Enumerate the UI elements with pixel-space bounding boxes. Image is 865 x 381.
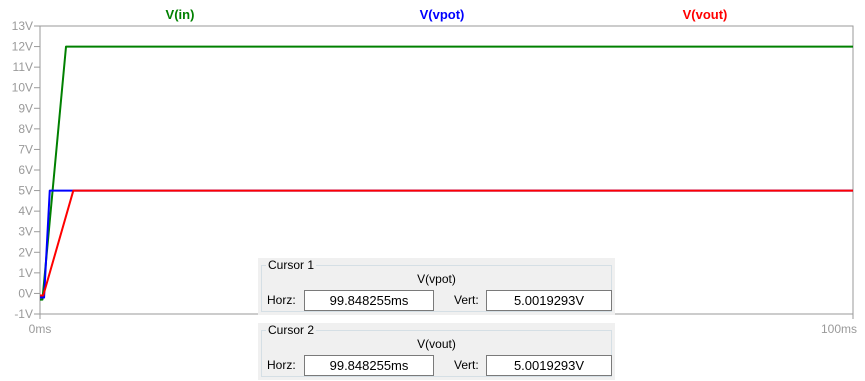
legend-entry[interactable]: V(vout) (683, 7, 728, 22)
y-tick-label: 2V (18, 245, 33, 259)
y-tick-label: 3V (18, 225, 33, 239)
y-tick-label: 4V (18, 204, 33, 218)
y-tick-label: 10V (12, 81, 33, 95)
y-tick-label: -1V (14, 307, 33, 321)
cursor-1-horz-field[interactable]: 99.848255ms (304, 290, 434, 311)
y-tick-label: 6V (18, 163, 33, 177)
y-tick-label: 1V (18, 266, 33, 280)
y-tick-label: 12V (12, 40, 33, 54)
cursor-2-vert-label: Vert: (454, 358, 479, 372)
cursor-2-vert-field[interactable]: 5.0019293V (486, 355, 612, 376)
y-tick-label: 5V (18, 184, 33, 198)
cursor-1-title: Cursor 1 (266, 258, 317, 272)
cursor-1-vert-field[interactable]: 5.0019293V (486, 290, 612, 311)
cursor-1-vert-label: Vert: (454, 293, 479, 307)
cursor-2-panel[interactable]: Cursor 2 V(vout) Horz: 99.848255ms Vert:… (258, 323, 615, 380)
legend: V(in) V(vpot) V(vout) (166, 7, 728, 22)
cursor-2-horz-label: Horz: (267, 358, 296, 372)
y-tick-label: 9V (18, 101, 33, 115)
legend-entry[interactable]: V(vpot) (420, 7, 465, 22)
cursor-2-trace-name: V(vout) (417, 337, 456, 351)
x-tick-label: 100ms (821, 322, 857, 336)
cursor-2-title: Cursor 2 (266, 323, 317, 337)
y-tick-label: 8V (18, 122, 33, 136)
y-tick-label: 13V (12, 19, 33, 33)
y-tick-label: 0V (18, 286, 33, 300)
y-tick-label: 7V (18, 142, 33, 156)
cursor-2-horz-field[interactable]: 99.848255ms (304, 355, 434, 376)
legend-entry[interactable]: V(in) (166, 7, 195, 22)
cursor-1-panel[interactable]: Cursor 1 V(vpot) Horz: 99.848255ms Vert:… (258, 258, 615, 315)
x-tick-label: 0ms (29, 322, 52, 336)
y-tick-label: 11V (13, 60, 33, 74)
y-axis: 13V 12V 11V 10V 9V 8V 7V 6V 5V 4V 3V 2V 1V 0V -1V (12, 19, 40, 321)
cursor-1-horz-label: Horz: (267, 293, 296, 307)
cursor-1-trace-name: V(vpot) (417, 272, 456, 286)
